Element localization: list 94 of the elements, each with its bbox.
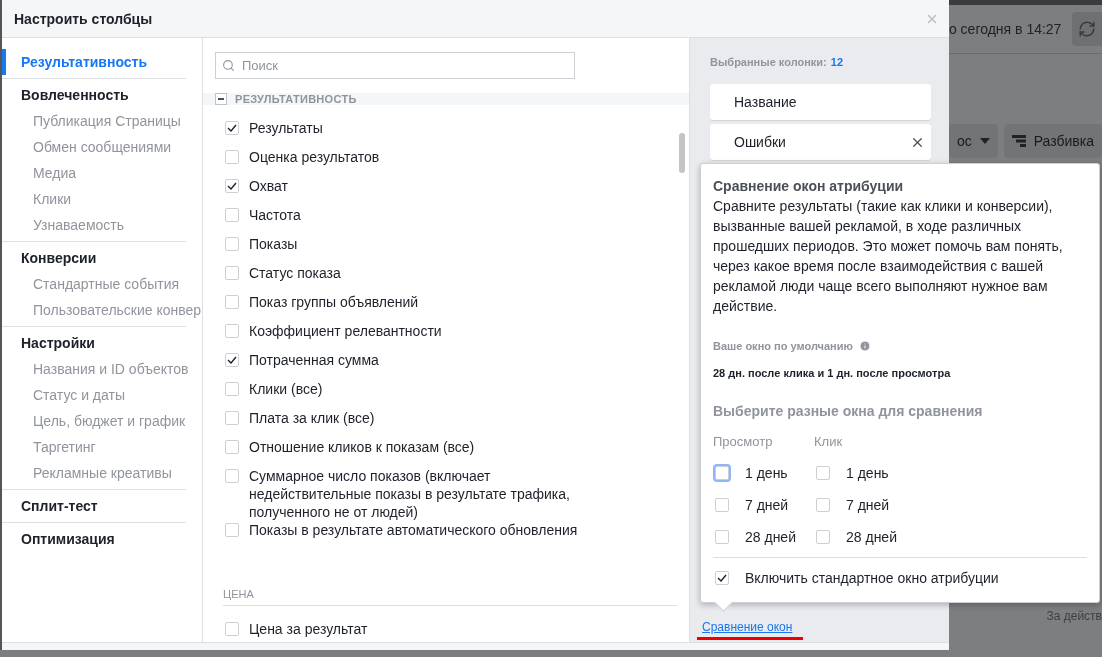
checkbox[interactable] <box>225 353 239 367</box>
column-option-label: Показы <box>249 235 299 253</box>
checkbox[interactable] <box>225 266 239 280</box>
popover-description: Сравните результаты (такие как клики и конверсии), вызванные вашей рекламой, в ходе различных прошедших периодов. Это может помочь вам понять, через какое время после взаимодействия с вашей рекламой люди чаще всего выполняют нужное вам действие. <box>713 197 1064 316</box>
checkbox[interactable] <box>715 571 729 585</box>
selected-column-card[interactable]: Ошибки <box>710 124 931 160</box>
check-icon <box>227 123 237 133</box>
selected-column-card[interactable]: Название <box>710 84 931 120</box>
sidebar-item[interactable]: Сплит-тест <box>21 493 98 519</box>
check-icon <box>227 181 237 191</box>
column-option-label: Показ группы объявлений <box>249 293 420 311</box>
checkbox[interactable] <box>225 622 239 636</box>
sidebar-item[interactable]: Конверсии <box>21 245 97 271</box>
window-option-label: 7 дней <box>745 497 789 513</box>
column-heading: Клик <box>814 434 844 449</box>
check-icon <box>717 573 727 583</box>
dropdown-button[interactable]: ос <box>948 124 998 158</box>
sidebar-subitem[interactable]: Цель, бюджет и график <box>33 408 186 434</box>
default-window-label: Ваше окно по умолчанию <box>713 340 853 352</box>
column-heading: Просмотр <box>713 434 774 449</box>
column-option-label: Коэффициент релевантности <box>249 322 443 340</box>
sidebar-subitem[interactable]: Рекламные креативы <box>33 460 172 486</box>
column-option-label: Оценка результатов <box>249 148 381 166</box>
info-icon[interactable] <box>858 340 871 352</box>
checkbox[interactable] <box>225 324 239 338</box>
sidebar-item[interactable]: Настройки <box>21 330 95 356</box>
column-option-label: Охват <box>249 177 289 195</box>
checkbox[interactable] <box>225 237 239 251</box>
section-title: РЕЗУЛЬТАТИВНОСТЬ <box>235 93 357 105</box>
default-window-value: 28 дн. после клика и 1 дн. после просмотра <box>713 367 952 379</box>
sidebar-subitem[interactable]: Статус и даты <box>33 382 125 408</box>
sidebar-subitem[interactable]: Обмен сообщениями <box>33 134 172 160</box>
section-header[interactable]: РЕЗУЛЬТАТИВНОСТЬ <box>203 93 689 105</box>
sidebar-subitem[interactable]: Таргетинг <box>33 434 96 460</box>
collapse-toggle[interactable] <box>215 93 227 105</box>
column-option-label: Статус показа <box>249 264 342 282</box>
sidebar-item[interactable]: Вовлеченность <box>21 82 129 108</box>
footer-text: За действ <box>1045 609 1102 623</box>
search-field[interactable]: Поиск <box>215 52 575 79</box>
section-title: ЦЕНА <box>223 580 677 606</box>
search-icon <box>222 59 235 72</box>
sidebar-subitem[interactable]: Клики <box>33 186 72 212</box>
refresh-icon <box>1078 20 1096 38</box>
checkbox[interactable] <box>225 382 239 396</box>
checkbox[interactable] <box>715 498 729 512</box>
sidebar-subitem[interactable]: Узнаваемость <box>33 212 124 238</box>
window-option-label: 1 день <box>846 465 889 481</box>
checkbox[interactable] <box>225 208 239 222</box>
checkbox[interactable] <box>225 523 239 537</box>
checkbox[interactable] <box>225 440 239 454</box>
column-option-label: Суммарное число показов (включает недействительные показы в результате трафика, полученного не от людей) <box>249 467 571 521</box>
column-option-label: Результаты <box>249 119 324 137</box>
checkbox[interactable] <box>816 530 830 544</box>
update-time-text: о сегодня в 14:27 <box>948 21 1062 37</box>
caret-icon <box>979 138 990 144</box>
checkbox[interactable] <box>225 121 239 135</box>
checkbox[interactable] <box>225 411 239 425</box>
compare-windows-link[interactable]: Сравнение окон <box>702 620 803 634</box>
refresh-button[interactable] <box>1072 12 1102 46</box>
checkbox[interactable] <box>816 498 830 512</box>
window-option-label: 1 день <box>745 465 788 481</box>
column-option-label: Потраченная сумма <box>249 351 380 369</box>
list-icon <box>1011 135 1026 147</box>
compare-title: Выберите разные окна для сравнения <box>713 403 984 419</box>
sidebar-subitem[interactable]: Медиа <box>33 160 77 186</box>
checkbox[interactable] <box>715 530 729 544</box>
column-option-label: Цена за результат <box>249 620 369 638</box>
sidebar-subitem[interactable]: Пользовательские конвер <box>33 297 202 323</box>
checkbox[interactable] <box>225 469 239 483</box>
selected-columns-label: Выбранные колонки: 12 <box>710 56 845 68</box>
sidebar-item[interactable]: Результативность <box>21 49 148 75</box>
popover-title: Сравнение окон атрибуции <box>713 178 905 194</box>
window-option-label: 28 дней <box>745 529 796 545</box>
sidebar-subitem[interactable]: Стандартные события <box>33 271 180 297</box>
standard-window-label: Включить стандартное окно атрибуции <box>745 570 999 586</box>
sidebar-item[interactable]: Оптимизация <box>21 526 115 552</box>
checkbox[interactable] <box>816 466 830 480</box>
breakdown-button[interactable]: Разбивка <box>1003 124 1102 158</box>
sidebar-subitem[interactable]: Публикация Страницы <box>33 108 181 134</box>
checkbox[interactable] <box>225 179 239 193</box>
checkbox[interactable] <box>225 295 239 309</box>
column-option-label: Плата за клик (все) <box>249 409 376 427</box>
check-icon <box>227 355 237 365</box>
column-option-label: Показы в результате автоматического обновления <box>249 521 579 539</box>
selection-indicator <box>2 49 6 75</box>
column-option-label: Клики (все) <box>249 380 324 398</box>
column-option-label: Отношение кликов к показам (все) <box>249 438 476 456</box>
dialog-title: Настроить столбцы <box>14 10 153 27</box>
column-option-label: Частота <box>249 206 302 224</box>
sidebar-subitem[interactable]: Названия и ID объектов <box>33 356 189 382</box>
checkbox[interactable] <box>225 150 239 164</box>
window-option-label: 28 дней <box>846 529 897 545</box>
window-option-label: 7 дней <box>846 497 890 513</box>
scrollbar[interactable] <box>679 133 685 173</box>
